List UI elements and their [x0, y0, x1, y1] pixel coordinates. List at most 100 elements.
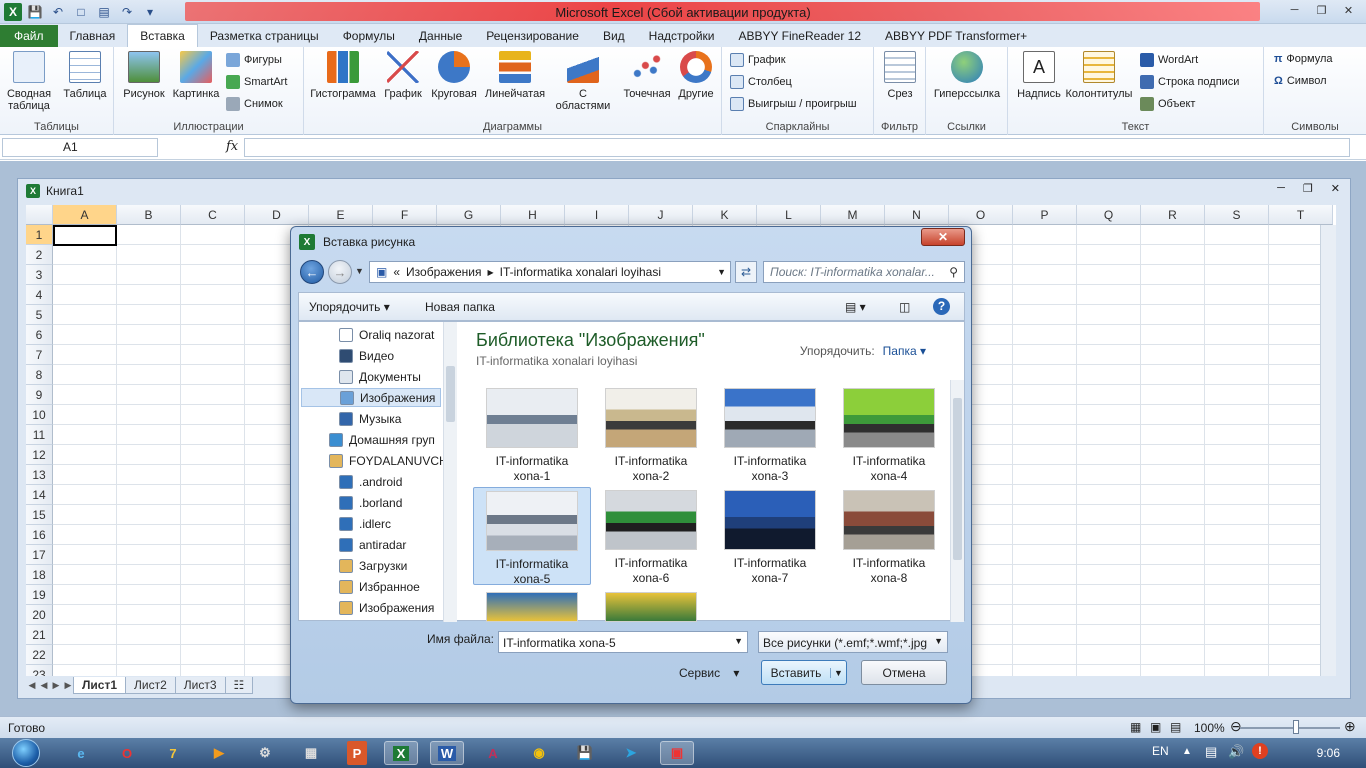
column-header[interactable]: A — [53, 205, 117, 225]
tab-abbyy-pdf[interactable]: ABBYY PDF Transformer+ — [873, 25, 1039, 47]
row-header[interactable]: 21 — [26, 625, 53, 645]
thumbnail-item[interactable]: IT-informatika xona-1 — [473, 385, 591, 483]
symbol-button[interactable]: Ω Символ — [1274, 75, 1327, 87]
nav-item[interactable]: Изображения — [339, 598, 434, 617]
search-input[interactable]: Поиск: IT-informatika xonalar... ⚲ — [763, 261, 965, 283]
opera-icon[interactable]: O — [110, 741, 144, 765]
table-button[interactable]: Таблица — [60, 51, 110, 100]
insert-button[interactable]: Вставить ▼ — [761, 660, 847, 685]
tab-formulas[interactable]: Формулы — [331, 25, 407, 47]
line-chart-button[interactable]: График — [380, 51, 426, 100]
help-icon[interactable]: ? — [933, 298, 950, 315]
breadcrumb-item-folder[interactable]: IT-informatika xonalari loyihasi — [500, 265, 661, 279]
scroll-thumb[interactable] — [446, 366, 455, 422]
header-footer-button[interactable]: Колонтитулы — [1064, 51, 1134, 100]
column-header[interactable]: I — [565, 205, 629, 225]
column-header[interactable]: J — [629, 205, 693, 225]
archiver-icon[interactable]: 7 — [156, 741, 190, 765]
content-scrollbar[interactable] — [950, 380, 964, 622]
insert-function-icon[interactable]: fx — [226, 139, 238, 154]
preview-pane-icon[interactable]: ◫ — [899, 300, 910, 314]
start-button[interactable] — [4, 738, 48, 768]
app-icon[interactable]: ▣ — [660, 741, 694, 765]
other-charts-button[interactable]: Другие — [674, 51, 718, 100]
sparkline-winloss-button[interactable]: Выигрыш / проигрыш — [730, 97, 857, 111]
next-sheet-icon[interactable]: ▶ — [50, 680, 62, 691]
smartart-button[interactable]: SmartArt — [226, 75, 287, 89]
excel-taskbar-icon[interactable]: X — [384, 741, 418, 765]
row-header[interactable]: 16 — [26, 525, 53, 545]
hyperlink-button[interactable]: Гиперссылка — [930, 51, 1004, 100]
nav-item[interactable]: .borland — [339, 493, 402, 512]
shapes-button[interactable]: Фигуры — [226, 53, 282, 67]
column-header[interactable]: E — [309, 205, 373, 225]
network-icon[interactable]: ▤ — [1205, 744, 1217, 760]
column-header[interactable]: N — [885, 205, 949, 225]
thumbnail-item[interactable]: IT-informatika xona-8 — [830, 487, 948, 585]
sheet-tab-3[interactable]: Лист3 — [174, 676, 226, 694]
scatter-chart-button[interactable]: Точечная — [616, 51, 678, 100]
tab-insert[interactable]: Вставка — [127, 24, 198, 47]
clipart-button[interactable]: Картинка — [170, 51, 222, 100]
new-folder-button[interactable]: Новая папка — [425, 300, 495, 314]
arrange-dropdown[interactable]: Папка ▾ — [883, 344, 926, 358]
cancel-button[interactable]: Отмена — [861, 660, 947, 685]
thumbnail-item[interactable]: IT-informatika xona-5 — [473, 487, 591, 586]
utility-icon[interactable]: ⚙ — [248, 741, 282, 765]
row-header[interactable]: 17 — [26, 545, 53, 565]
new-sheet-icon[interactable]: ☷ — [224, 676, 254, 694]
tab-abbyy-finereader[interactable]: ABBYY FineReader 12 — [727, 25, 874, 47]
language-indicator[interactable]: EN — [1152, 744, 1169, 758]
column-chart-button[interactable]: Гистограмма — [308, 51, 378, 100]
row-header[interactable]: 20 — [26, 605, 53, 625]
column-header[interactable]: Q — [1077, 205, 1141, 225]
zoom-slider[interactable] — [1240, 727, 1340, 729]
signature-line-button[interactable]: Строка подписи — [1140, 75, 1239, 89]
nav-item[interactable]: Загрузки — [339, 556, 407, 575]
tab-view[interactable]: Вид — [591, 25, 637, 47]
disk-icon[interactable]: 💾 — [568, 741, 602, 765]
chevron-down-icon[interactable]: ▼ — [734, 636, 743, 648]
change-view-icon[interactable]: ▤ ▾ — [845, 300, 866, 314]
address-bar[interactable]: ▣ « Изображения ▶ IT-informatika xonalar… — [369, 261, 731, 283]
show-hidden-icons-icon[interactable]: ▲ — [1182, 746, 1192, 757]
first-sheet-icon[interactable]: ◀ — [26, 680, 38, 691]
pivot-table-button[interactable]: Сводная таблица — [4, 51, 54, 112]
thumbnail-image[interactable] — [486, 592, 578, 622]
textbox-button[interactable]: A Надпись — [1012, 51, 1066, 100]
column-header[interactable]: L — [757, 205, 821, 225]
tab-addins[interactable]: Надстройки — [637, 25, 727, 47]
prev-sheet-icon[interactable]: ◀ — [38, 680, 50, 691]
selected-cell[interactable] — [53, 225, 117, 246]
row-header[interactable]: 2 — [26, 245, 53, 265]
file-type-select[interactable]: Все рисунки (*.emf;*.wmf;*.jpg ▼ — [758, 631, 948, 653]
zoom-in-icon[interactable]: ⊕ — [1344, 718, 1356, 735]
nav-item[interactable]: Документы — [339, 367, 421, 386]
column-header[interactable]: H — [501, 205, 565, 225]
formula-input[interactable] — [244, 138, 1350, 157]
thumbnail-item[interactable]: IT-informatika xona-7 — [711, 487, 829, 585]
close-icon[interactable]: ✕ — [1335, 0, 1362, 20]
column-header[interactable]: T — [1269, 205, 1333, 225]
insert-options-icon[interactable]: ▼ — [830, 667, 846, 678]
tab-review[interactable]: Рецензирование — [474, 25, 591, 47]
row-header[interactable]: 11 — [26, 425, 53, 445]
breadcrumb-overflow-icon[interactable]: « — [393, 265, 400, 279]
column-header[interactable]: R — [1141, 205, 1205, 225]
sparkline-line-button[interactable]: График — [730, 53, 786, 67]
row-header[interactable]: 19 — [26, 585, 53, 605]
restore-icon[interactable]: ❐ — [1308, 0, 1335, 20]
normal-view-icon[interactable]: ▦ — [1130, 720, 1141, 734]
bar-chart-button[interactable]: Линейчатая — [480, 51, 550, 100]
column-header[interactable]: O — [949, 205, 1013, 225]
page-break-view-icon[interactable]: ▤ — [1170, 720, 1181, 734]
sparkline-column-button[interactable]: Столбец — [730, 75, 792, 89]
filename-input[interactable]: IT-informatika xona-5 ▼ — [498, 631, 748, 653]
column-header[interactable]: F — [373, 205, 437, 225]
row-header[interactable]: 23 — [26, 665, 53, 676]
nav-item[interactable]: antiradar — [339, 535, 406, 554]
nav-item[interactable]: Изображения — [301, 388, 441, 407]
nav-item[interactable]: .android — [339, 472, 402, 491]
select-all-corner[interactable] — [26, 205, 53, 225]
media-player-icon[interactable]: ▶ — [202, 741, 236, 765]
